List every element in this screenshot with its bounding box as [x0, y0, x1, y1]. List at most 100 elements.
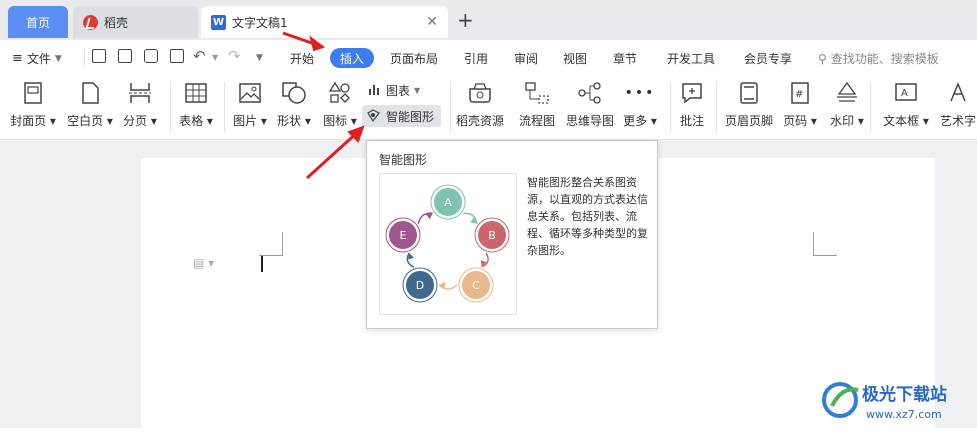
mindmap-label: 思维导图: [565, 114, 614, 128]
search-placeholder: 查找功能、搜索模板: [830, 52, 939, 66]
divider: [870, 82, 871, 132]
smartart-button[interactable]: 智能图形: [362, 105, 441, 127]
cover-page-label: 封面页 ▾: [10, 114, 56, 128]
comment-icon: [679, 80, 705, 106]
node-d-label: D: [416, 279, 424, 292]
mindmap-icon: [577, 80, 603, 106]
export-pdf-icon[interactable]: [118, 49, 132, 63]
new-tab-icon[interactable]: +: [457, 10, 474, 30]
page-break-icon: [127, 80, 153, 106]
more-icon: •••: [624, 85, 656, 101]
shape-label: 形状 ▾: [277, 114, 311, 128]
tooltip-description: 智能图形整合关系图资源，以直观的方式表达信息关系。包括列表、流程、循环等多种类型…: [527, 176, 648, 257]
tab-bar: 首页 稻壳 W 文字文稿1 ✕ +: [0, 0, 977, 40]
save-icon[interactable]: [92, 49, 106, 63]
cycle-arrowhead: [408, 252, 414, 260]
chart-icon: [368, 82, 382, 99]
flowchart-label: 流程图: [518, 114, 555, 128]
paragraph-icon[interactable]: ▤ ▾: [193, 256, 214, 270]
redo-icon[interactable]: ↷: [228, 47, 241, 65]
margin-corner-marker: [813, 232, 837, 256]
comment-button[interactable]: 批注: [662, 80, 722, 129]
menu-tab-reference[interactable]: 引用: [464, 50, 488, 67]
search-box[interactable]: ⚲ 查找功能、搜索模板: [818, 50, 939, 67]
wordart-icon: [945, 80, 971, 106]
flowchart-icon: [524, 80, 550, 106]
node-b-label: B: [488, 229, 496, 242]
menu-tab-developer[interactable]: 开发工具: [667, 50, 715, 67]
icon-button[interactable]: 图标 ▾: [310, 80, 370, 129]
svg-text:#: #: [795, 89, 803, 100]
menu-tab-view[interactable]: 视图: [563, 50, 587, 67]
svg-text:极光下载站: 极光下载站: [862, 384, 947, 405]
menu-tab-section[interactable]: 章节: [613, 50, 637, 67]
text-cursor: [261, 256, 263, 272]
page-number-icon: #: [787, 80, 813, 106]
blank-page-label: 空白页 ▾: [67, 114, 113, 128]
print-preview-icon[interactable]: [170, 49, 184, 63]
smartart-icon: [366, 108, 382, 125]
search-icon: ⚲: [818, 51, 827, 66]
close-icon[interactable]: ✕: [426, 14, 438, 30]
smartart-label: 智能图形: [386, 109, 435, 124]
tab-document-label: 文字文稿1: [232, 15, 288, 30]
tab-daoke-label: 稻壳: [104, 15, 129, 30]
menu-tab-member[interactable]: 会员专享: [744, 50, 792, 67]
margin-corner-marker: [259, 232, 283, 256]
page-number-label: 页码 ▾: [783, 114, 817, 128]
cover-page-icon: [20, 80, 46, 106]
hamburger-icon: ≡: [12, 51, 23, 66]
daoke-resource-label: 稻壳资源: [455, 114, 504, 128]
comment-label: 批注: [679, 114, 704, 128]
undo-dropdown-icon[interactable]: ▼: [212, 53, 218, 62]
picture-icon: [237, 80, 263, 106]
header-footer-label: 页眉页脚: [724, 114, 773, 128]
print-icon[interactable]: [144, 49, 158, 63]
watermark-label: 水印 ▾: [830, 114, 864, 128]
picture-label: 图片 ▾: [233, 114, 267, 128]
tab-home-label: 首页: [25, 15, 50, 30]
menu-tab-insert[interactable]: 插入: [330, 48, 374, 68]
tab-daoke[interactable]: 稻壳: [73, 6, 198, 38]
site-watermark: 极光下载站 www.xz7.com: [818, 378, 973, 424]
flowchart-button[interactable]: 流程图: [507, 80, 567, 129]
menu-tab-start[interactable]: 开始: [290, 50, 314, 67]
smartart-preview-image: A B C D E: [379, 173, 517, 315]
blank-page-icon: [77, 80, 103, 106]
customize-dropdown-icon[interactable]: ▼: [256, 53, 263, 63]
textbox-icon: A: [893, 80, 919, 106]
node-e-label: E: [400, 229, 407, 242]
more-button[interactable]: ••• 更多 ▾: [610, 80, 670, 129]
table-button[interactable]: 表格 ▾: [166, 80, 226, 129]
divider: [716, 82, 717, 132]
tab-home[interactable]: 首页: [8, 6, 68, 38]
wps-writer-icon: W: [211, 14, 226, 30]
file-menu[interactable]: ≡ 文件 ▼: [12, 50, 62, 67]
svg-text:www.xz7.com: www.xz7.com: [866, 408, 942, 421]
watermark-button[interactable]: 水印 ▾: [817, 80, 877, 129]
tab-document[interactable]: W 文字文稿1 ✕: [201, 6, 448, 38]
wordart-label: 艺术字: [939, 114, 976, 128]
smartart-tooltip: 智能图形 A B C D E 智能图形整合关系图资源，以直观的方式表达信息关系。包括列表…: [366, 140, 658, 329]
page-break-label: 分页 ▾: [123, 114, 157, 128]
undo-icon[interactable]: ↶: [193, 47, 206, 65]
node-c-label: C: [472, 279, 480, 292]
textbox-button[interactable]: A 文本框 ▾: [876, 80, 936, 129]
file-menu-label: 文件: [26, 52, 51, 66]
more-label: 更多 ▾: [623, 114, 657, 128]
shape-icon: [281, 80, 307, 106]
cover-page-button[interactable]: 封面页 ▾: [3, 80, 63, 129]
table-label: 表格 ▾: [179, 114, 213, 128]
page-break-button[interactable]: 分页 ▾: [110, 80, 170, 129]
textbox-label: 文本框 ▾: [883, 114, 929, 128]
daoke-logo-icon: [83, 14, 98, 30]
wordart-button[interactable]: 艺术字: [928, 80, 977, 129]
chart-label: 图表: [386, 84, 411, 98]
daoke-resource-button[interactable]: 稻壳资源: [450, 80, 510, 129]
site-logo: 极光下载站 www.xz7.com: [822, 382, 947, 421]
menu-tab-review[interactable]: 审阅: [514, 50, 538, 67]
chart-button[interactable]: 图表 ▼: [368, 82, 420, 99]
menu-tab-layout[interactable]: 页面布局: [390, 50, 438, 67]
tooltip-title: 智能图形: [379, 153, 428, 167]
daoke-resource-icon: [467, 80, 493, 106]
